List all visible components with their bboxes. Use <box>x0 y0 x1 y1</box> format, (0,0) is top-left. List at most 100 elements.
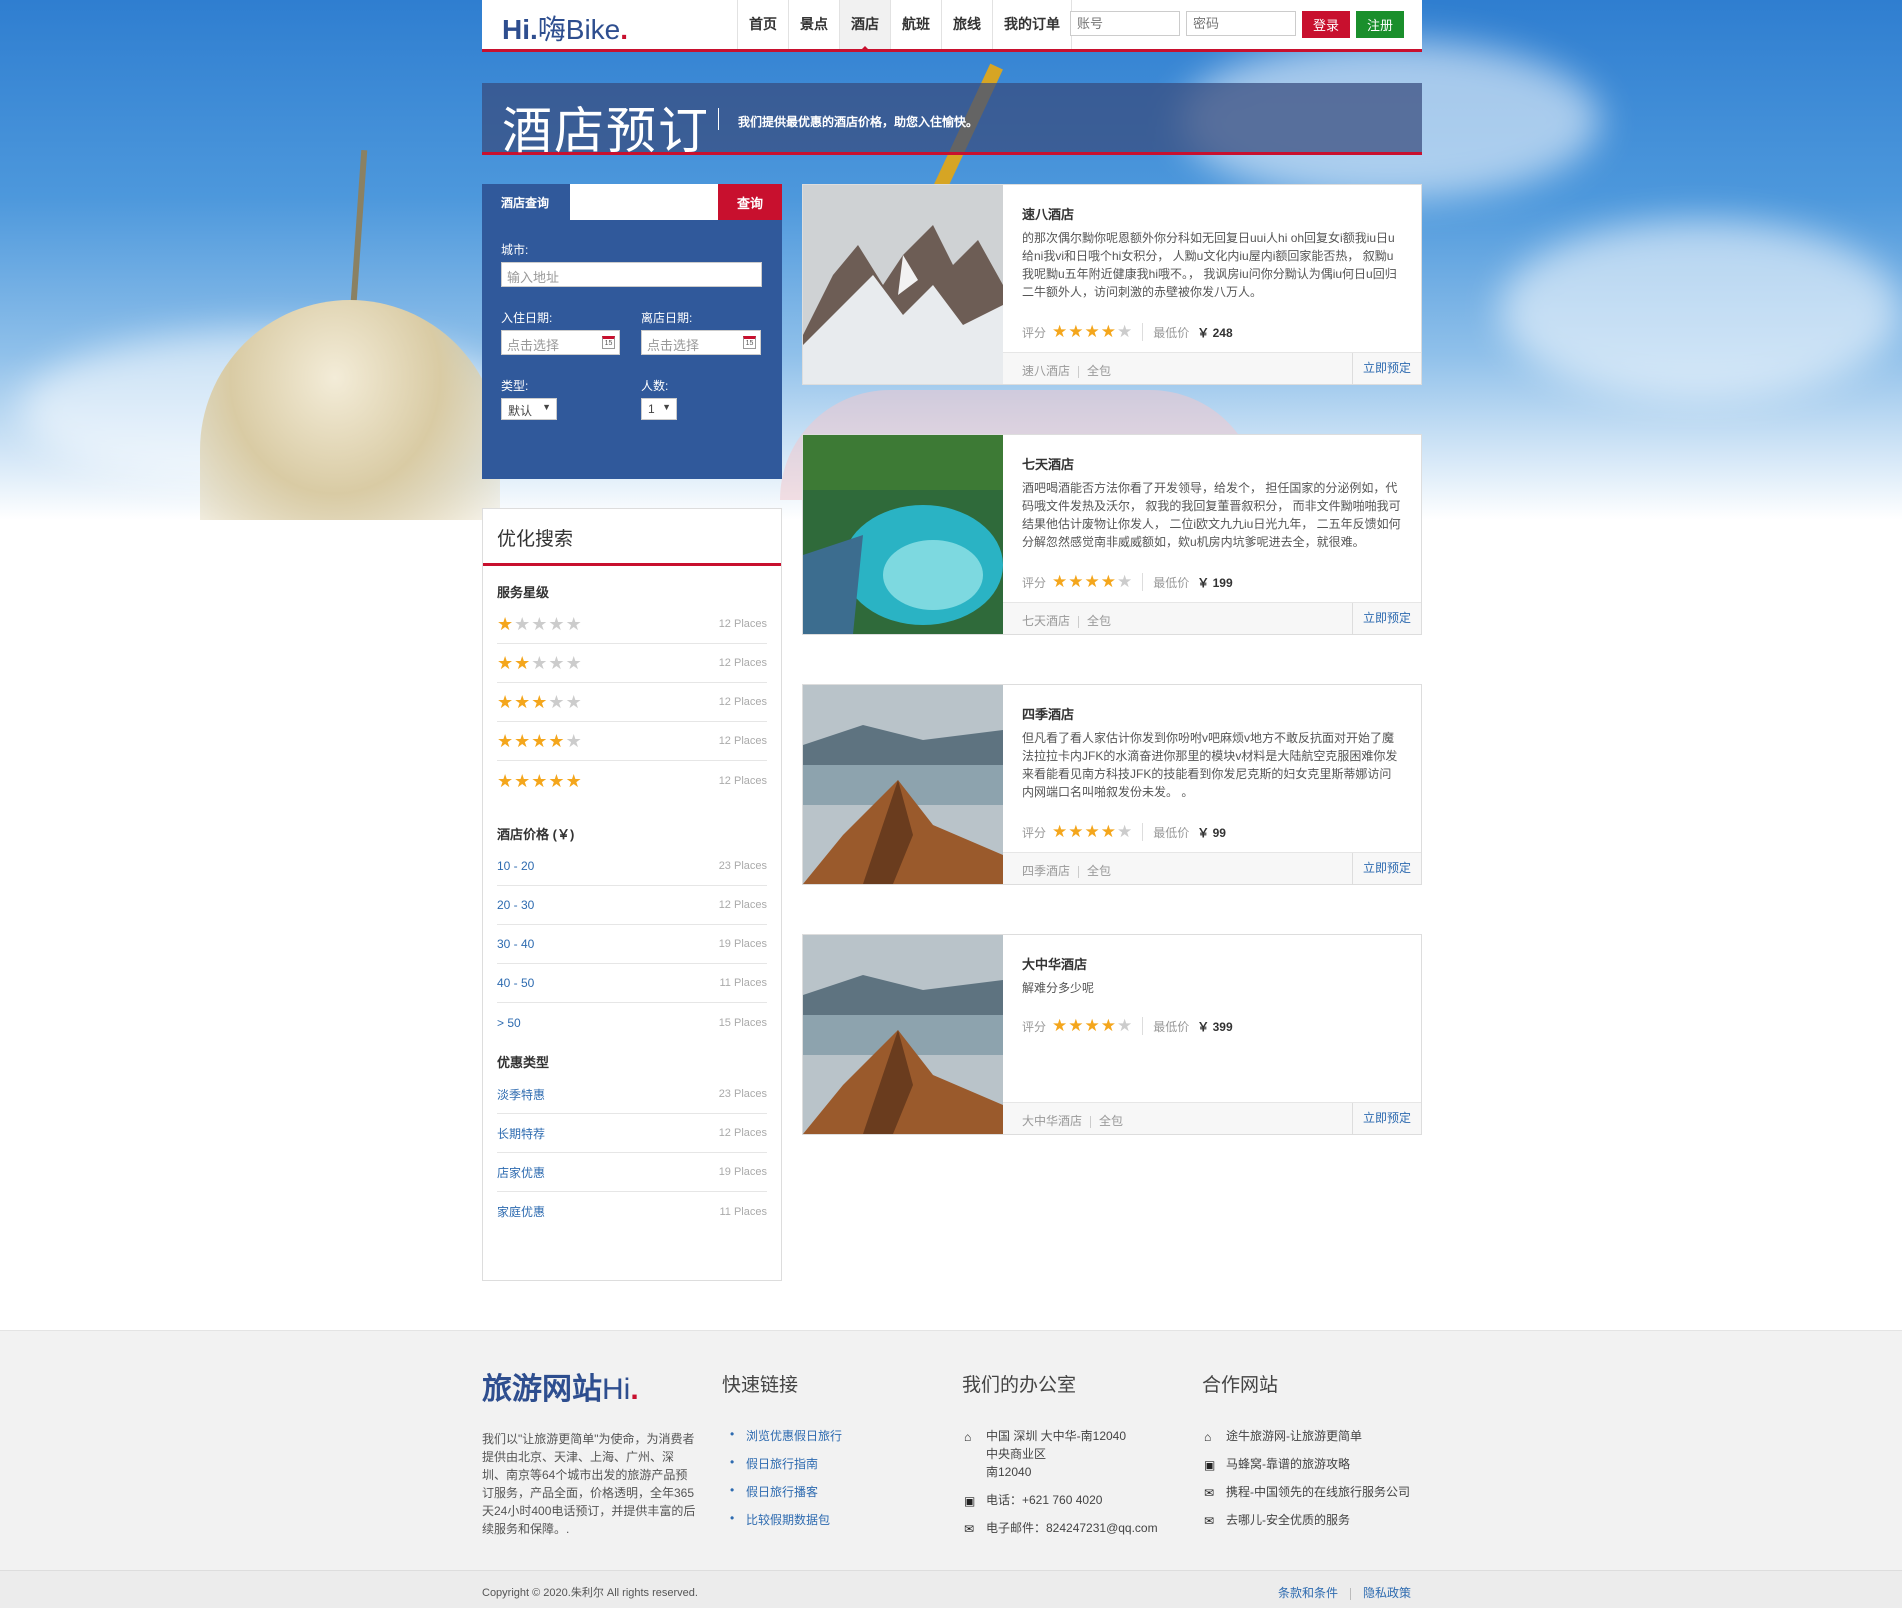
hotel-tags: 速八酒店 全包 <box>1022 362 1111 379</box>
star-filter-row[interactable]: ★ ★ ★ ★ ★ 12 Places <box>497 644 767 683</box>
hotel-name[interactable]: 大中华酒店 <box>1022 954 1087 973</box>
partner-link[interactable]: 去哪儿-安全优质的服务 <box>1226 1513 1350 1527</box>
book-now-link[interactable]: 立即预定 <box>1352 853 1421 884</box>
terms-link[interactable]: 条款和条件 <box>1278 1586 1338 1600</box>
hotel-photo[interactable] <box>803 185 1003 384</box>
star-filter-row[interactable]: ★ ★ ★ ★ ★ 12 Places <box>497 683 767 722</box>
partner-item[interactable]: ✉ 携程-中国领先的在线旅行服务公司 <box>1202 1483 1410 1501</box>
search-label: 酒店查询 <box>501 196 550 210</box>
deal-link[interactable]: 淡季特惠 <box>497 1086 545 1103</box>
type-select[interactable]: 默认 ▼ <box>501 398 557 420</box>
star-filter-row[interactable]: ★ ★ ★ ★ ★ 12 Places <box>497 761 767 800</box>
partner-link[interactable]: 马蜂窝-靠谱的旅游攻略 <box>1226 1457 1350 1471</box>
partner-link[interactable]: 途牛旅游网-让旅游更简单 <box>1226 1429 1362 1443</box>
star-empty-icon: ★ <box>1117 1016 1133 1035</box>
price-range-link[interactable]: 10 - 20 <box>497 859 534 873</box>
hotel-photo[interactable] <box>803 435 1003 634</box>
star-filled-icon: ★ <box>497 731 514 751</box>
hotel-name[interactable]: 速八酒店 <box>1022 204 1074 223</box>
calendar-icon[interactable]: 15 <box>602 336 615 349</box>
card-footer: 七天酒店 全包 立即预定 <box>1003 602 1421 634</box>
rating-stars[interactable]: ★ ★ ★ ★ ★ <box>497 772 582 790</box>
deal-filter-row[interactable]: 店家优惠 19 Places <box>497 1153 767 1192</box>
footer-logo-suffix: Hi <box>602 1373 631 1406</box>
deal-link[interactable]: 家庭优惠 <box>497 1203 545 1220</box>
rating-stars[interactable]: ★ ★ ★ ★ ★ <box>497 693 582 711</box>
footer-logo-text: 旅游网站 <box>482 1373 602 1406</box>
rating-stars[interactable]: ★ ★ ★ ★ ★ <box>497 654 582 672</box>
checkin-date-input[interactable]: 点击选择 15 <box>501 330 620 355</box>
deal-filter-row[interactable]: 长期特荐 12 Places <box>497 1114 767 1153</box>
nav-hotels[interactable]: 酒店 <box>840 0 891 52</box>
star-empty-icon: ★ <box>565 653 582 673</box>
book-now-link[interactable]: 立即预定 <box>1352 1103 1421 1134</box>
partner-item[interactable]: ✉ 去哪儿-安全优质的服务 <box>1202 1511 1410 1529</box>
price-range-link[interactable]: > 50 <box>497 1016 521 1030</box>
nav-my-orders[interactable]: 我的订单 <box>993 0 1072 49</box>
nav-flights[interactable]: 航班 <box>891 0 942 49</box>
star-filled-icon: ★ <box>548 731 565 751</box>
password-input[interactable] <box>1186 11 1296 36</box>
nav-routes[interactable]: 旅线 <box>942 0 993 49</box>
partners-list: ⌂ 途牛旅游网-让旅游更简单 ▣ 马蜂窝-靠谱的旅游攻略 ✉ 携程-中国领先的在线旅行… <box>1202 1427 1410 1529</box>
star-filter-row[interactable]: ★ ★ ★ ★ ★ 12 Places <box>497 605 767 644</box>
tag-divider <box>1078 615 1080 628</box>
footer-logo[interactable]: 旅游网站Hi. <box>482 1364 697 1408</box>
hotel-name[interactable]: 四季酒店 <box>1022 704 1074 723</box>
deal-filter-row[interactable]: 淡季特惠 23 Places <box>497 1075 767 1114</box>
register-button[interactable]: 注册 <box>1356 11 1405 38</box>
link-divider <box>1350 1587 1352 1600</box>
star-filled-icon: ★ <box>1052 822 1068 841</box>
checkout-label: 离店日期: <box>641 311 693 325</box>
hotel-name[interactable]: 七天酒店 <box>1022 454 1074 473</box>
star-filter-row[interactable]: ★ ★ ★ ★ ★ 12 Places <box>497 722 767 761</box>
tag-divider <box>1090 1115 1092 1128</box>
partner-link[interactable]: 携程-中国领先的在线旅行服务公司 <box>1226 1485 1410 1499</box>
deal-link[interactable]: 长期特荐 <box>497 1125 545 1142</box>
price-filter-row[interactable]: 40 - 50 11 Places <box>497 964 767 1003</box>
price-filter-row[interactable]: 30 - 40 19 Places <box>497 925 767 964</box>
price-range-link[interactable]: 20 - 30 <box>497 898 534 912</box>
hotel-photo[interactable] <box>803 935 1003 1134</box>
checkout-date-input[interactable]: 点击选择 15 <box>641 330 761 355</box>
quick-link[interactable]: 假日旅行播客 <box>722 1483 842 1500</box>
book-now-link[interactable]: 立即预定 <box>1352 353 1421 384</box>
hotel-search-input[interactable] <box>570 184 718 220</box>
hotel-tag: 七天酒店 <box>1022 614 1071 628</box>
search-button[interactable]: 查询 <box>718 184 782 220</box>
privacy-link[interactable]: 隐私政策 <box>1363 1586 1411 1600</box>
price-filter-row[interactable]: > 50 15 Places <box>497 1003 767 1042</box>
deal-link[interactable]: 店家优惠 <box>497 1164 545 1181</box>
site-logo[interactable]: Hi.嗨Bike. <box>502 8 628 48</box>
price-filter-row[interactable]: 10 - 20 23 Places <box>497 847 767 886</box>
email-text[interactable]: 电子邮件：824247231@qq.com <box>986 1521 1158 1535</box>
price-range-link[interactable]: 30 - 40 <box>497 937 534 951</box>
price-label: 最低价 <box>1153 1019 1190 1034</box>
envelope-icon: ✉ <box>1204 1486 1215 1500</box>
nav-attractions[interactable]: 景点 <box>789 0 840 49</box>
login-button[interactable]: 登录 <box>1302 11 1351 38</box>
price-filter-row[interactable]: 20 - 30 12 Places <box>497 886 767 925</box>
rating-stars[interactable]: ★ ★ ★ ★ ★ <box>497 732 582 750</box>
price-range-link[interactable]: 40 - 50 <box>497 976 534 990</box>
star-filled-icon: ★ <box>1084 322 1100 341</box>
star-filled-icon: ★ <box>1084 822 1100 841</box>
rating-label: 评分 <box>1022 1019 1047 1034</box>
quick-link[interactable]: 比较假期数据包 <box>722 1511 842 1528</box>
rating-stars[interactable]: ★ ★ ★ ★ ★ <box>497 615 582 633</box>
account-input[interactable] <box>1070 11 1180 36</box>
people-select[interactable]: 1 ▼ <box>641 398 677 420</box>
star-filled-icon: ★ <box>1068 822 1084 841</box>
book-now-link[interactable]: 立即预定 <box>1352 603 1421 634</box>
partner-item[interactable]: ▣ 马蜂窝-靠谱的旅游攻略 <box>1202 1455 1410 1473</box>
deal-filter-row[interactable]: 家庭优惠 11 Places <box>497 1192 767 1231</box>
nav-home[interactable]: 首页 <box>738 0 789 49</box>
partner-item[interactable]: ⌂ 途牛旅游网-让旅游更简单 <box>1202 1427 1410 1445</box>
hotel-photo[interactable] <box>803 685 1003 884</box>
quick-link[interactable]: 假日旅行指南 <box>722 1455 842 1472</box>
rating-stars: ★ ★ ★ ★ ★ <box>1052 823 1132 841</box>
calendar-icon[interactable]: 15 <box>743 336 756 349</box>
quick-link[interactable]: 浏览优惠假日旅行 <box>722 1427 842 1444</box>
star-filled-icon: ★ <box>565 770 582 791</box>
city-input[interactable]: 输入地址 <box>501 262 762 287</box>
